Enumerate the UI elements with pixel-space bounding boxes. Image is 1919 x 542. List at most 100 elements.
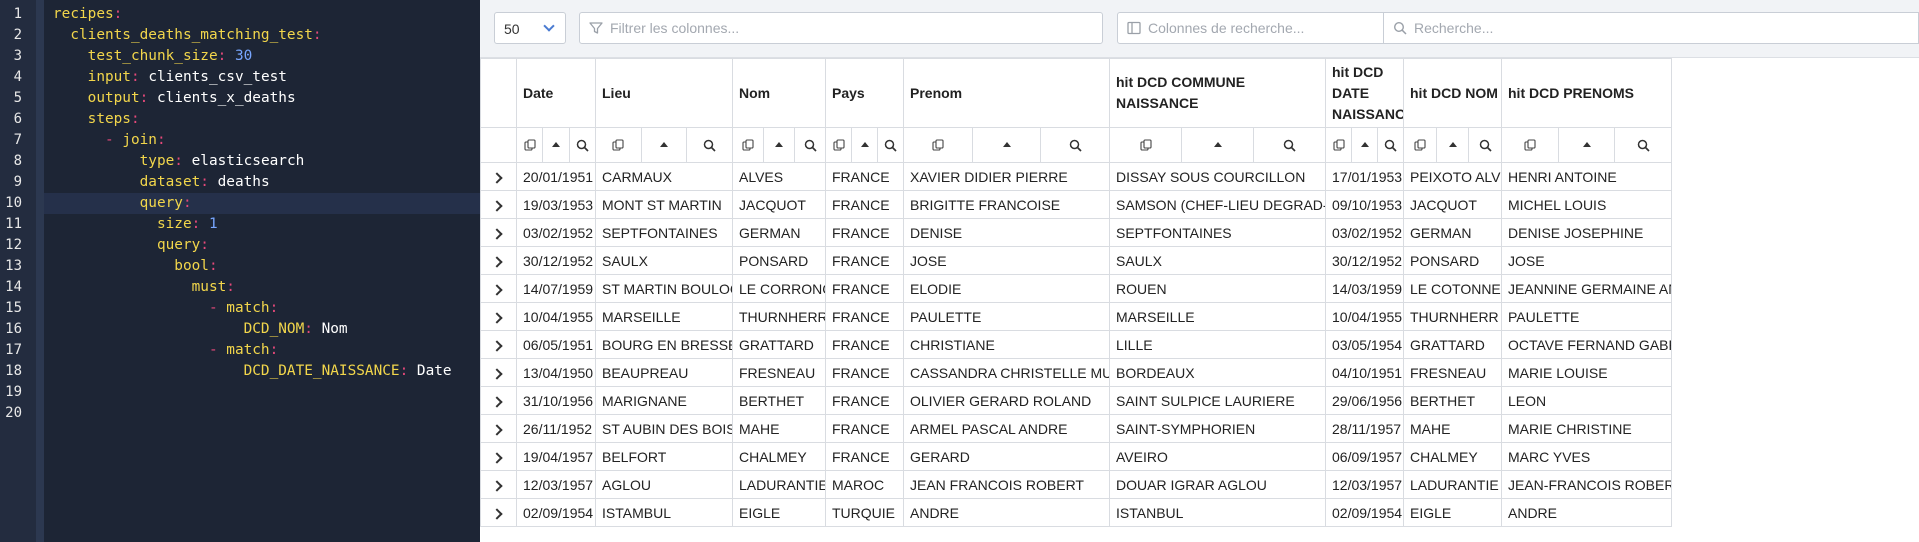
column-header[interactable]: Pays [825,58,904,128]
code-line[interactable]: steps: [44,109,480,130]
code-line[interactable]: query: [44,193,480,214]
table-row[interactable]: 31/10/1956 MARIGNANE BERTHET FRANCE OLIVIER … [480,386,1672,415]
code-area[interactable]: recipes: clients_deaths_matching_test: t… [44,0,480,542]
column-search-icon[interactable] [687,129,731,162]
column-header[interactable]: hit DCD NOM [1403,58,1502,128]
column-filter-box[interactable] [579,12,1103,44]
column-search-icon[interactable] [1615,129,1670,162]
sort-ascending-icon[interactable] [764,128,795,162]
table-cell: 19/03/1953 [516,190,596,219]
copy-column-icon[interactable] [1405,128,1437,162]
code-line[interactable]: DCD_DATE_NAISSANCE: Date [44,361,480,382]
expand-row-button[interactable] [480,470,517,499]
sort-ascending-icon[interactable] [973,128,1042,162]
table-row[interactable]: 19/03/1953 MONT ST MARTIN JACQUOT FRANCE BRI… [480,190,1672,219]
expand-row-button[interactable] [480,162,517,191]
table-row[interactable]: 26/11/1952 ST AUBIN DES BOIS MAHE FRANCE ARM… [480,414,1672,443]
expand-row-button[interactable] [480,330,517,359]
table-row[interactable]: 02/09/1954 ISTAMBUL EIGLE TURQUIE ANDRE ISTAN… [480,498,1672,527]
column-header[interactable]: Date [516,58,596,128]
copy-column-icon[interactable] [827,128,852,162]
expand-row-button[interactable] [480,246,517,275]
table-cell: ALVES [732,162,826,191]
code-line[interactable]: dataset: deaths [44,172,480,193]
code-line[interactable]: query: [44,235,480,256]
table-row[interactable]: 06/05/1951 BOURG EN BRESSE GRATTARD FRANCE C… [480,330,1672,359]
search-input[interactable] [1414,13,1908,43]
copy-column-icon[interactable] [597,128,642,162]
column-filter-input[interactable] [610,13,1092,43]
column-header[interactable]: hit DCD DATE NAISSANCE [1325,58,1404,128]
page-size-select[interactable]: 50 [494,12,566,44]
code-line[interactable]: - join: [44,130,480,151]
column-header[interactable]: Lieu [595,58,733,128]
code-line[interactable] [44,382,480,403]
expand-row-button[interactable] [480,218,517,247]
expand-row-button[interactable] [480,386,517,415]
sort-ascending-icon[interactable] [852,128,878,162]
line-number: 1 [13,6,22,22]
copy-column-icon[interactable] [1327,128,1352,162]
sort-ascending-icon[interactable] [543,128,570,162]
column-search-icon[interactable] [1041,129,1108,162]
code-line[interactable]: - match: [44,298,480,319]
sort-ascending-icon[interactable] [642,128,688,162]
results-panel: 50 Date Lieu Nom Pays Prenom [480,0,1919,542]
column-search-icon[interactable] [878,129,903,162]
code-line[interactable]: output: clients_x_deaths [44,88,480,109]
table-row[interactable]: 14/07/1959ST MARTIN BOULOGNELE CORRONCQF… [480,274,1672,303]
table-row[interactable]: 10/04/1955 MARSEILLE THURNHERR FRANCE PAULET… [480,302,1672,331]
yaml-editor[interactable]: 1 2 3 4 5 6 7 8 9 10 11 12 13 14 15 16 17 18 19 20 recipes:… [0,0,480,542]
table-row[interactable]: 13/04/1950 BEAUPREAU FRESNEAU FRANCE CASSAND… [480,358,1672,387]
sort-ascending-icon[interactable] [1559,128,1616,162]
code-line[interactable]: input: clients_csv_test [44,67,480,88]
column-search-icon[interactable] [570,129,595,162]
expand-row-button[interactable] [480,274,517,303]
column-header[interactable]: Prenom [903,58,1110,128]
table-row[interactable]: 30/12/1952 SAULX PONSARD FRANCE JOSE SAULX 30/… [480,246,1672,275]
code-line[interactable]: must: [44,277,480,298]
copy-column-icon[interactable] [905,128,973,162]
column-header[interactable]: hit DCD PRENOMS [1501,58,1672,128]
expand-row-button[interactable] [480,442,517,471]
search-columns-input[interactable] [1148,13,1373,43]
search-columns-box[interactable] [1117,12,1384,44]
yaml-key: dataset [139,174,201,190]
column-header-label: Prenom [910,84,963,101]
colon: : [182,195,192,211]
sort-ascending-icon[interactable] [1182,128,1254,162]
yaml-value: 1 [208,216,218,232]
sort-ascending-icon[interactable] [1437,128,1470,162]
table-row[interactable]: 12/03/1957 AGLOU LADURANTIE MAROC JEAN FRANC… [480,470,1672,499]
code-line[interactable]: bool: [44,256,480,277]
table-cell: XAVIER DIDIER PIERRE [903,162,1110,191]
column-search-icon[interactable] [1254,129,1325,162]
copy-column-icon[interactable] [518,128,544,162]
code-line[interactable]: DCD_NOM: Nom [44,319,480,340]
sort-ascending-icon[interactable] [1352,128,1378,162]
column-search-icon[interactable] [795,129,825,162]
expand-row-button[interactable] [480,358,517,387]
code-line[interactable]: recipes: [44,4,480,25]
code-line[interactable]: test_chunk_size: 30 [44,46,480,67]
column-search-icon[interactable] [1469,129,1500,162]
table-row[interactable]: 19/04/1957 BELFORT CHALMEY FRANCE GERARD AVEI… [480,442,1672,471]
code-line[interactable] [44,403,480,424]
column-header[interactable]: hit DCD COMMUNE NAISSANCE [1109,58,1326,128]
expand-row-button[interactable] [480,190,517,219]
column-header[interactable]: Nom [732,58,826,128]
code-line[interactable]: - match: [44,340,480,361]
search-box[interactable] [1383,12,1919,44]
code-line[interactable]: type: elasticsearch [44,151,480,172]
expand-row-button[interactable] [480,498,517,527]
table-row[interactable]: 20/01/1951 CARMAUX ALVES FRANCE XAVIER DIDIE… [480,162,1672,191]
copy-column-icon[interactable] [734,128,764,162]
copy-column-icon[interactable] [1503,128,1559,162]
code-line[interactable]: clients_deaths_matching_test: [44,25,480,46]
code-line[interactable]: size: 1 [44,214,480,235]
table-row[interactable]: 03/02/1952 SEPTFONTAINES GERMAN FRANCE DENIS… [480,218,1672,247]
expand-row-button[interactable] [480,302,517,331]
expand-row-button[interactable] [480,414,517,443]
column-search-icon[interactable] [1378,129,1403,162]
copy-column-icon[interactable] [1111,128,1182,162]
